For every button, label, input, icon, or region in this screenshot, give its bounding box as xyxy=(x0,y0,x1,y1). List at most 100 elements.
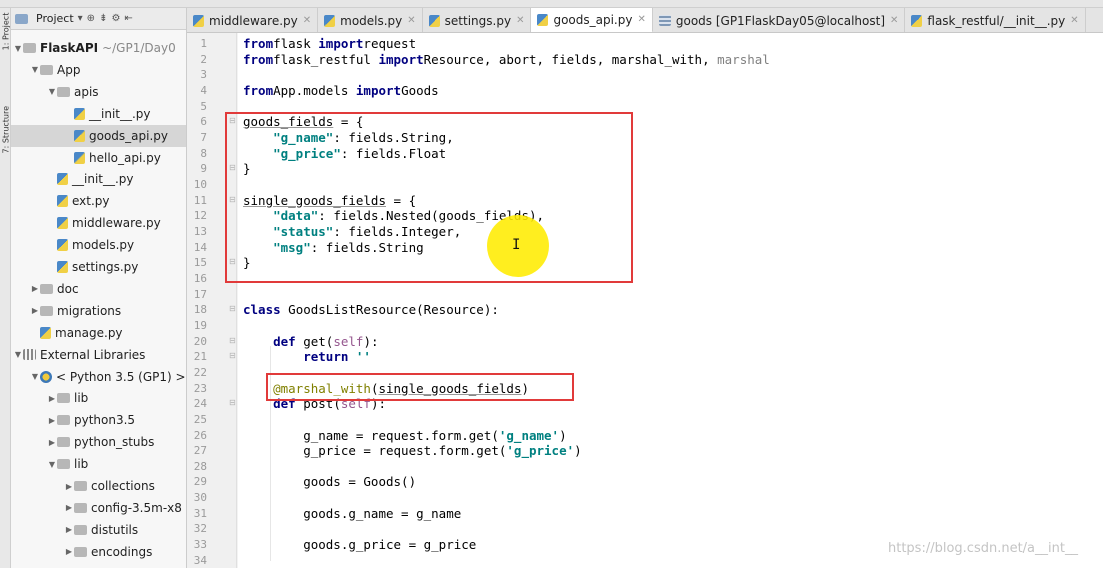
close-tab-icon[interactable]: ✕ xyxy=(637,14,645,25)
code-line: fromApp.models importGoods xyxy=(243,83,439,99)
tool-tab-project[interactable]: 1: Project xyxy=(1,10,12,54)
expand-arrow-icon[interactable]: ▼ xyxy=(47,87,57,96)
code-token: request xyxy=(363,36,417,51)
expand-arrow-icon[interactable]: ▼ xyxy=(13,44,23,53)
tree-item-label: __init__.py xyxy=(89,106,151,121)
line-number: 28 xyxy=(193,459,207,473)
project-tree-item[interactable]: ▶ migrations xyxy=(11,300,186,322)
expand-arrow-icon[interactable]: ▼ xyxy=(47,460,57,469)
python-file-icon xyxy=(57,173,68,186)
code-line: g_price = request.form.get('g_price') xyxy=(243,443,581,459)
fold-marker-icon[interactable]: ⊟ xyxy=(229,398,236,407)
close-tab-icon[interactable]: ✕ xyxy=(303,15,311,26)
fold-marker-icon[interactable]: ⊟ xyxy=(229,336,236,345)
project-tree-item[interactable]: __init__.py xyxy=(11,103,186,125)
editor-tab[interactable]: settings.py ✕ xyxy=(423,8,532,32)
project-tree-item[interactable]: models.py xyxy=(11,234,186,256)
fold-marker-icon[interactable]: ⊟ xyxy=(229,351,236,360)
tree-item-label: apis xyxy=(74,84,99,99)
python-file-icon xyxy=(911,14,923,27)
collapse-all-icon[interactable]: ⇟ xyxy=(99,13,107,24)
collapse-arrow-icon[interactable]: ▶ xyxy=(47,416,57,425)
settings-gear-icon[interactable]: ⚙ xyxy=(111,13,120,24)
collapse-arrow-icon[interactable]: ▶ xyxy=(30,284,40,293)
code-line: goods.g_price = g_price xyxy=(243,537,476,553)
project-tree-item[interactable]: ▼ External Libraries xyxy=(11,344,186,366)
watermark-text: https://blog.csdn.net/a__int__ xyxy=(888,541,1078,556)
fold-marker-icon[interactable]: ⊟ xyxy=(229,304,236,313)
project-tree-item[interactable]: ▶ python3.5 xyxy=(11,409,186,431)
project-tree-item[interactable]: middleware.py xyxy=(11,212,186,234)
project-view-icon xyxy=(15,13,28,24)
line-number: 2 xyxy=(200,52,207,66)
project-tree-item[interactable]: ▼ FlaskAPI ~/GP1/Day0 xyxy=(11,37,186,59)
tree-item-label: doc xyxy=(57,281,79,296)
tree-item-label: App xyxy=(57,62,81,77)
line-number: 26 xyxy=(193,428,207,442)
project-tree-item[interactable]: __init__.py xyxy=(11,168,186,190)
editor-tab-label: goods_api.py xyxy=(553,12,633,27)
folder-icon xyxy=(57,86,70,97)
project-tree-item[interactable]: ▶ encodings xyxy=(11,541,186,563)
python-file-icon xyxy=(40,326,51,339)
close-tab-icon[interactable]: ✕ xyxy=(407,15,415,26)
expand-arrow-icon[interactable]: ▼ xyxy=(30,372,40,381)
hide-panel-icon[interactable]: ⇤ xyxy=(124,13,132,24)
close-tab-icon[interactable]: ✕ xyxy=(1070,15,1078,26)
project-tree-item[interactable]: ▶ python_stubs xyxy=(11,431,186,453)
python-file-icon xyxy=(428,14,440,27)
tree-item-label: External Libraries xyxy=(40,347,146,362)
line-number: 5 xyxy=(200,99,207,113)
code-token: Goods xyxy=(401,82,439,98)
collapse-arrow-icon[interactable]: ▶ xyxy=(47,394,57,403)
editor-tab[interactable]: flask_restful/__init__.py ✕ xyxy=(905,8,1086,32)
collapse-arrow-icon[interactable]: ▶ xyxy=(64,525,74,534)
editor-tab[interactable]: goods_api.py ✕ xyxy=(531,8,653,32)
sync-icon[interactable]: ⊕ xyxy=(87,13,95,24)
folder-icon xyxy=(74,524,87,535)
project-tree-item[interactable]: ▶ distutils xyxy=(11,519,186,541)
editor-tab[interactable]: middleware.py ✕ xyxy=(187,8,319,32)
line-number: 17 xyxy=(193,287,207,301)
tree-item-label: < Python 3.5 (GP1) > xyxy=(56,369,186,384)
collapse-arrow-icon[interactable]: ▶ xyxy=(30,306,40,315)
project-tree-item[interactable]: ext.py xyxy=(11,190,186,212)
project-tree-item[interactable]: manage.py xyxy=(11,322,186,344)
project-view-selector[interactable]: Project xyxy=(36,12,74,25)
code-line: goods.g_name = g_name xyxy=(243,506,461,522)
project-tree-item[interactable]: ▶ config-3.5m-x8 xyxy=(11,497,186,519)
expand-arrow-icon[interactable]: ▼ xyxy=(30,65,40,74)
project-tree-item[interactable]: ▶importlib xyxy=(11,563,186,568)
collapse-arrow-icon[interactable]: ▶ xyxy=(64,547,74,556)
code-token: Resource, abort, fields, marshal_with, xyxy=(423,51,718,67)
editor-tab[interactable]: models.py ✕ xyxy=(318,8,423,32)
tool-tab-structure[interactable]: 7: Structure xyxy=(1,106,12,154)
project-tree-item[interactable]: ▶ collections xyxy=(11,475,186,497)
collapse-arrow-icon[interactable]: ▶ xyxy=(64,503,74,512)
project-tree-item[interactable]: ▶ doc xyxy=(11,278,186,300)
python-file-icon xyxy=(537,13,549,26)
code-token: goods = Goods() xyxy=(243,474,417,490)
project-tree-item[interactable]: ▼ App xyxy=(11,59,186,81)
project-tree-item[interactable]: ▼ lib xyxy=(11,453,186,475)
line-number: 18 xyxy=(193,303,207,317)
editor-tab[interactable]: goods [GP1FlaskDay05@localhost] ✕ xyxy=(653,8,906,32)
python-sdk-icon xyxy=(40,370,52,383)
project-tree-item[interactable]: hello_api.py xyxy=(11,147,186,169)
collapse-arrow-icon[interactable]: ▶ xyxy=(47,438,57,447)
python-file-icon xyxy=(57,261,68,273)
code-token: App.models xyxy=(273,82,356,98)
close-tab-icon[interactable]: ✕ xyxy=(516,15,524,26)
line-number: 9 xyxy=(200,162,207,176)
project-tree-item[interactable]: goods_api.py xyxy=(11,124,186,147)
project-tree-item[interactable]: ▼ < Python 3.5 (GP1) > xyxy=(11,366,186,388)
chevron-down-icon[interactable]: ▾ xyxy=(78,13,83,24)
project-tree-item[interactable]: ▼ apis xyxy=(11,81,186,103)
code-line: class GoodsListResource(Resource): xyxy=(243,302,499,318)
expand-arrow-icon[interactable]: ▼ xyxy=(13,350,23,359)
collapse-arrow-icon[interactable]: ▶ xyxy=(64,482,74,491)
close-tab-icon[interactable]: ✕ xyxy=(890,15,898,26)
project-tree-item[interactable]: ▶ lib xyxy=(11,387,186,409)
code-token: flask_restful xyxy=(273,51,379,67)
project-tree-item[interactable]: settings.py xyxy=(11,256,186,278)
